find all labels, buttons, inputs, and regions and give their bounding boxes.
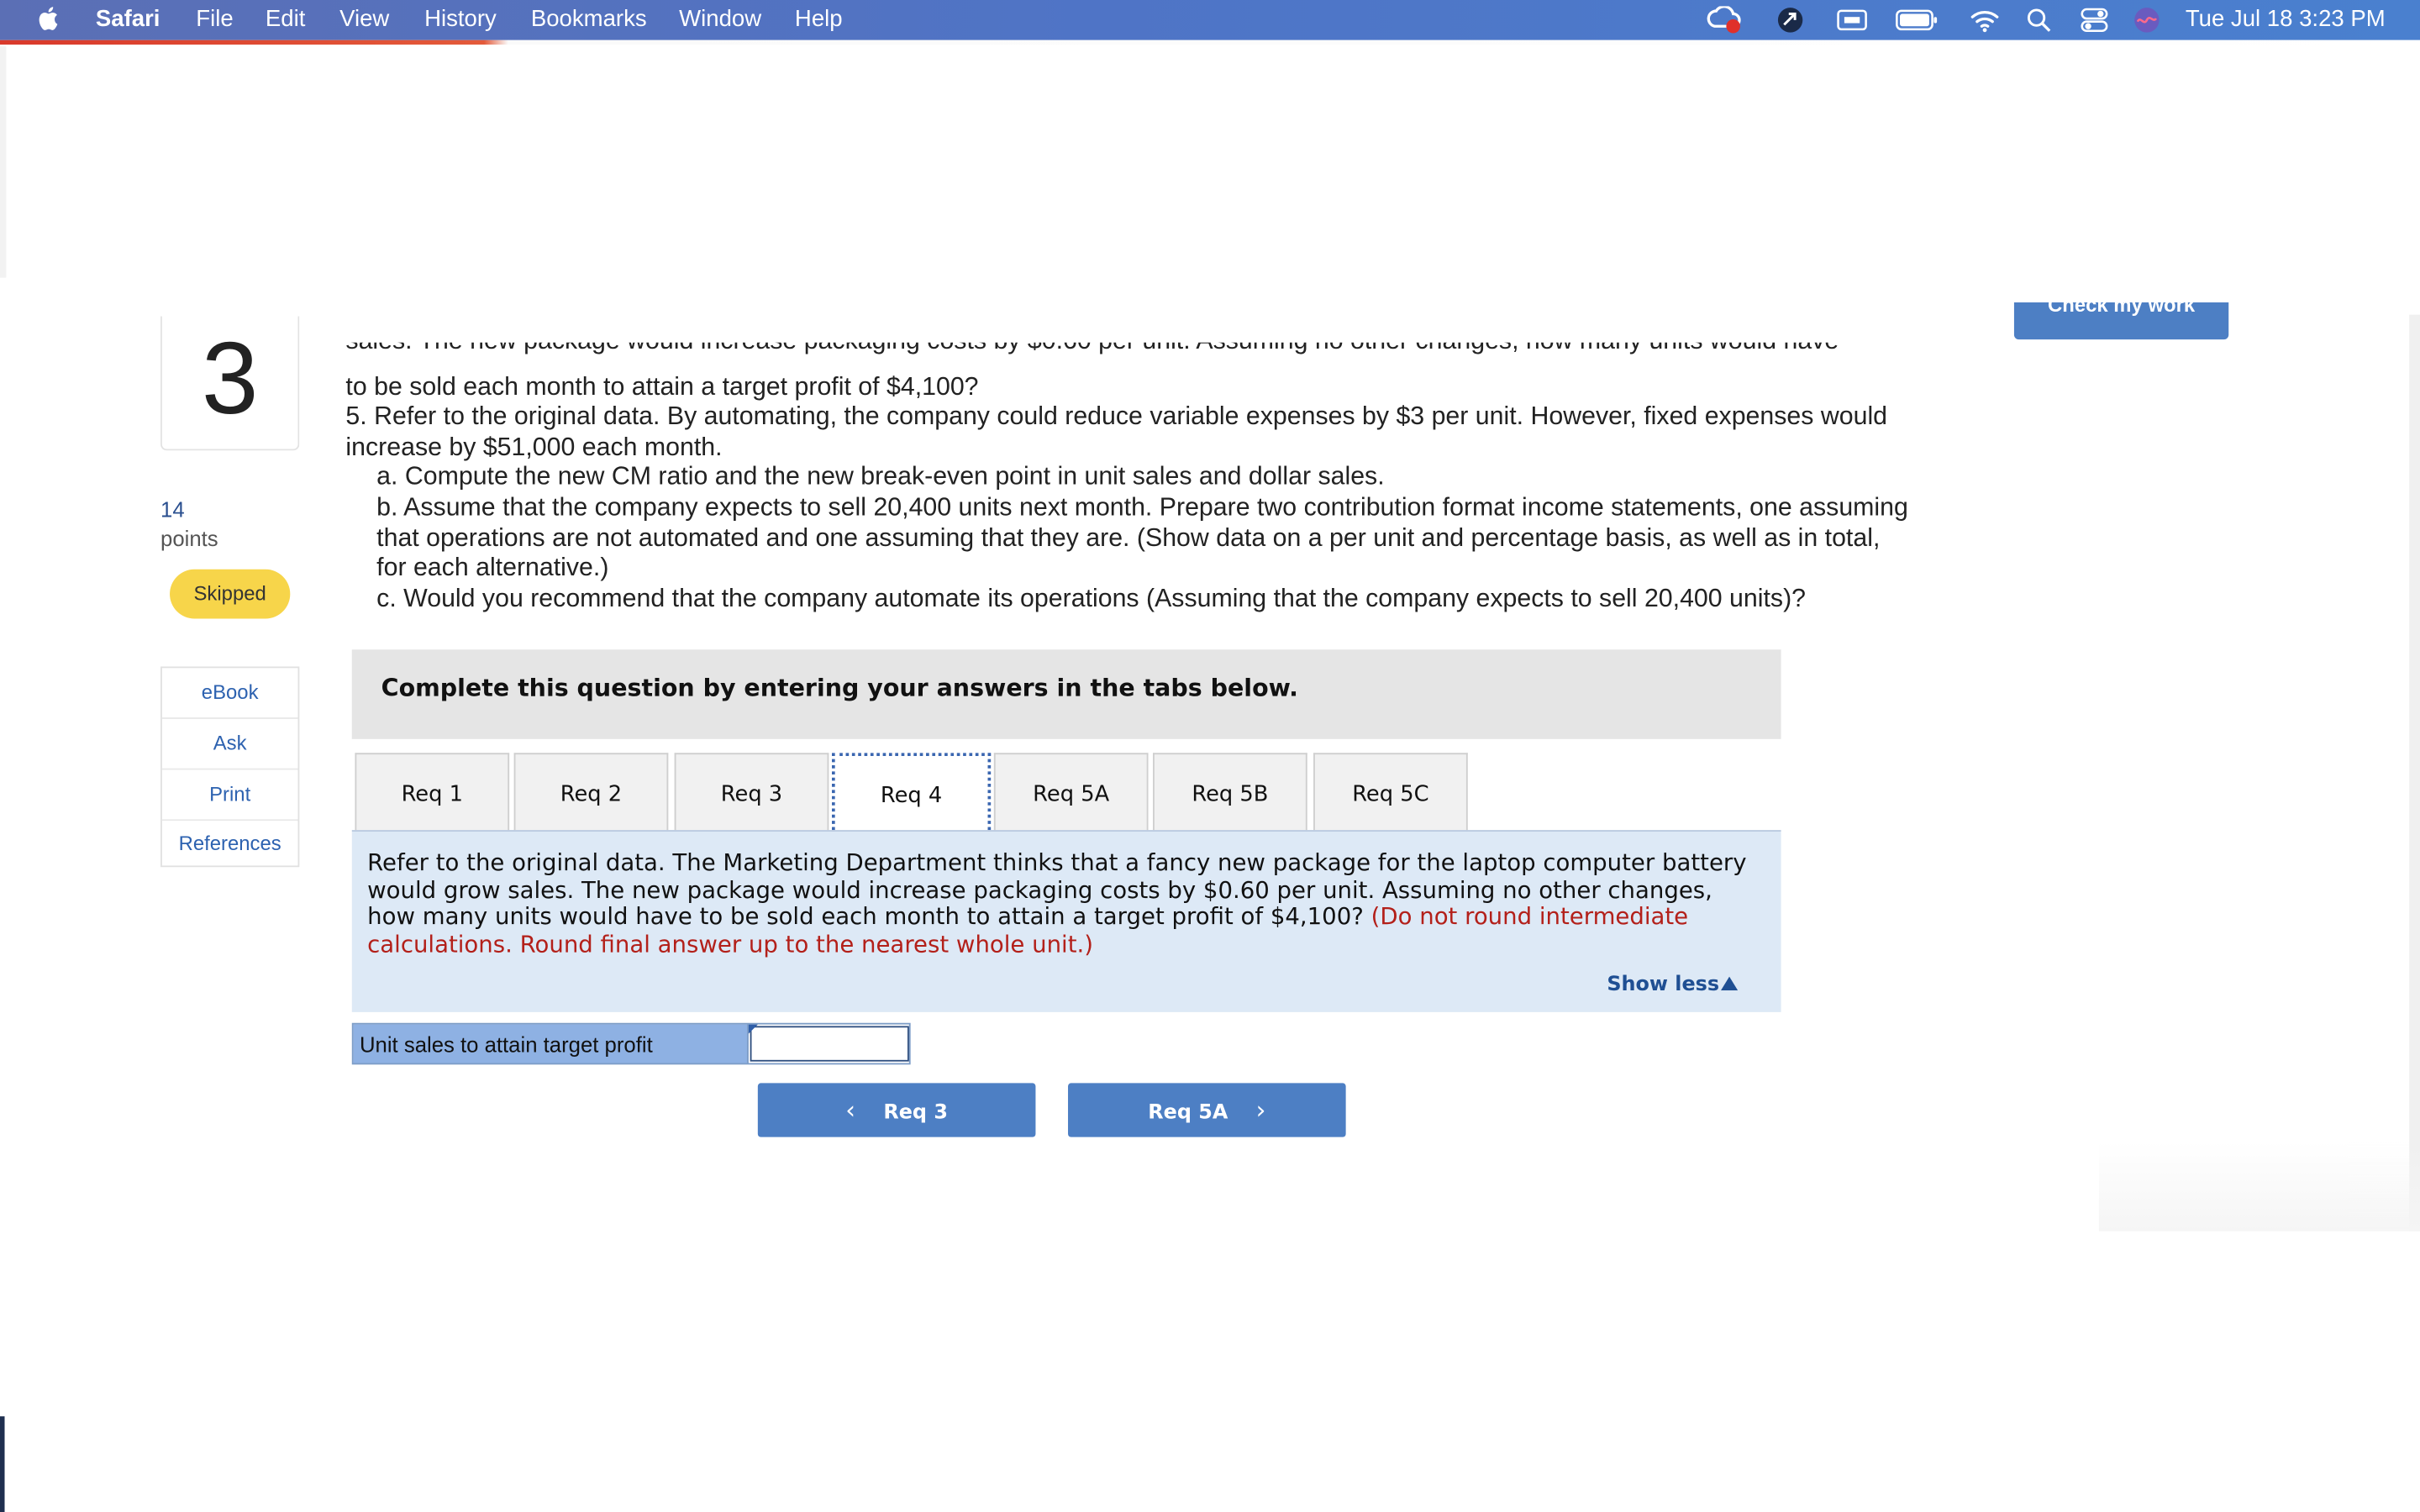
- apple-icon[interactable]: [37, 6, 59, 30]
- battery-icon[interactable]: [1896, 9, 1939, 31]
- tab-req-4[interactable]: Req 4: [832, 753, 992, 831]
- display-icon[interactable]: [1837, 9, 1868, 31]
- question-item-5a: a. Compute the new CM ratio and the new …: [376, 463, 1385, 491]
- unit-sales-input[interactable]: [750, 1026, 909, 1062]
- tab-req-5c[interactable]: Req 5C: [1313, 753, 1468, 831]
- tab-req-5b[interactable]: Req 5B: [1153, 753, 1307, 831]
- points-value: 14: [160, 496, 185, 522]
- tab-req-1[interactable]: Req 1: [355, 753, 510, 831]
- prev-req-label: Req 3: [883, 1101, 948, 1125]
- question-number-box: 3: [160, 316, 300, 451]
- chevron-left-icon: ‹: [845, 1095, 856, 1125]
- creative-cloud-icon[interactable]: [1706, 6, 1743, 34]
- answer-label: Unit sales to attain target profit: [353, 1024, 749, 1063]
- tab-req-5a[interactable]: Req 5A: [993, 753, 1149, 831]
- menu-file[interactable]: File: [196, 6, 233, 32]
- check-my-work-label: Check my work: [2048, 302, 2196, 317]
- chevron-right-icon: ›: [1255, 1095, 1266, 1125]
- ask-link[interactable]: Ask: [161, 719, 298, 770]
- points-label: points: [160, 526, 218, 551]
- menu-history[interactable]: History: [424, 6, 497, 32]
- sync-icon[interactable]: [1776, 6, 1804, 34]
- requirement-panel: Refer to the original data. The Marketin…: [351, 832, 1781, 1012]
- scrollbar[interactable]: [2409, 314, 2420, 1231]
- siri-icon[interactable]: [2133, 6, 2160, 34]
- status-badge: Skipped: [170, 569, 291, 619]
- menu-window[interactable]: Window: [679, 6, 761, 32]
- ebook-link[interactable]: eBook: [161, 668, 298, 719]
- question-text: sales. The new package would increase pa…: [345, 343, 1913, 615]
- menu-bar: Safari File Edit View History Bookmarks …: [0, 0, 2420, 40]
- bottom-fade: [2098, 1142, 2420, 1231]
- menu-help[interactable]: Help: [795, 6, 843, 32]
- print-link[interactable]: Print: [161, 770, 298, 822]
- requirement-text: Refer to the original data. The Marketin…: [367, 849, 1764, 958]
- left-edge-shade: [0, 46, 7, 278]
- instruction-text: Complete this question by entering your …: [381, 674, 1298, 702]
- side-links: eBook Ask Print References: [160, 666, 300, 868]
- check-my-work-button[interactable]: Check my work: [2013, 302, 2229, 340]
- left-edge-bar: [0, 1416, 5, 1512]
- wifi-icon[interactable]: [1970, 8, 2001, 33]
- question-text-line: to be sold each month to attain a target…: [345, 372, 979, 401]
- page-header-blank: [0, 45, 2420, 276]
- next-req-label: Req 5A: [1148, 1101, 1228, 1125]
- show-less-link[interactable]: Show less: [1607, 973, 1739, 997]
- instruction-box: Complete this question by entering your …: [351, 649, 1781, 739]
- tab-req-3[interactable]: Req 3: [674, 753, 829, 831]
- question-item-5: 5. Refer to the original data. By automa…: [345, 402, 1888, 461]
- menu-bookmarks[interactable]: Bookmarks: [531, 6, 647, 32]
- references-link[interactable]: References: [162, 821, 298, 865]
- tab-req-2[interactable]: Req 2: [513, 753, 669, 831]
- control-center-icon[interactable]: [2081, 6, 2108, 34]
- menu-view[interactable]: View: [339, 6, 389, 32]
- prev-req-button[interactable]: ‹ Req 3: [757, 1083, 1036, 1137]
- menu-datetime[interactable]: Tue Jul 18 3:23 PM: [2186, 6, 2386, 32]
- question-item-5b: b. Assume that the company expects to se…: [376, 493, 1908, 582]
- next-req-button[interactable]: Req 5A ›: [1068, 1083, 1346, 1137]
- input-corner-marker: [748, 1024, 758, 1034]
- question-item-5c: c. Would you recommend that the company …: [376, 584, 1807, 612]
- menu-app-name[interactable]: Safari: [96, 6, 160, 32]
- question-text-clipped-line: sales. The new package would increase pa…: [345, 343, 1913, 373]
- triangle-up-icon: [1720, 976, 1739, 991]
- show-less-label: Show less: [1607, 973, 1720, 997]
- menu-edit[interactable]: Edit: [266, 6, 305, 32]
- question-number: 3: [201, 321, 259, 435]
- spotlight-search-icon[interactable]: [2027, 8, 2051, 32]
- answer-row: Unit sales to attain target profit: [351, 1022, 911, 1065]
